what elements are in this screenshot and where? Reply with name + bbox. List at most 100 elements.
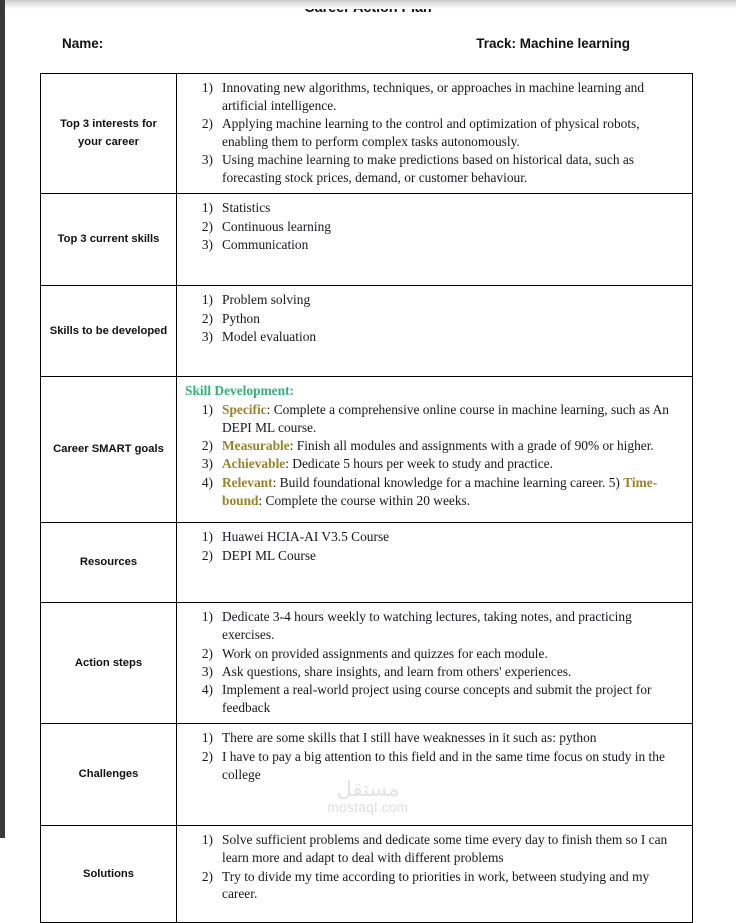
- list-item: 1) Solve sufficient problems and dedicate…: [185, 831, 684, 867]
- list-item: 3) Achievable: Dedicate 5 hours per week …: [185, 455, 684, 473]
- list-text: There are some skills that I still have …: [222, 730, 597, 746]
- list-item: 2) Applying machine learning to the contr…: [185, 115, 684, 151]
- list-text: Huawei HCIA-AI V3.5 Course: [222, 529, 390, 545]
- list-marker: 2): [201, 116, 213, 132]
- list-marker: 1): [201, 609, 213, 625]
- list-item: 3) Model evaluation: [185, 328, 684, 346]
- list-marker: 1): [201, 200, 213, 216]
- list-text: Model evaluation: [222, 329, 317, 345]
- list-text: Applying machine learning to the control…: [222, 116, 640, 149]
- list-item: 1) Innovating new algorithms, techniques,…: [185, 79, 684, 115]
- list-marker: 2): [201, 218, 213, 234]
- list-marker: 2): [201, 868, 213, 884]
- table-row: Career SMART goals Skill Development: 1)…: [40, 376, 693, 524]
- smart-text: : Finish all modules and assignments wit…: [289, 438, 654, 454]
- table-row: Top 3 current skills 1) Statistics 2) Cont…: [40, 193, 693, 287]
- page-top-shading: [5, 0, 736, 9]
- row-content-skills-to-develop: 1) Problem solving 2) Python 3) Model evalu…: [176, 285, 693, 378]
- list-marker: 3): [201, 663, 213, 679]
- list-text: Innovating new algorithms, techniques, o…: [222, 80, 645, 113]
- list-item: 1) Huawei HCIA-AI V3.5 Course: [185, 528, 684, 546]
- list-text: Implement a real-world project using cou…: [222, 682, 652, 716]
- row-content-action-steps: 1) Dedicate 3-4 hours weekly to watching …: [176, 602, 693, 725]
- viewer-left-gutter: [0, 0, 5, 838]
- row-content-solutions: 1) Solve sufficient problems and dedicate…: [176, 825, 693, 923]
- list-item: 1) Specific: Complete a comprehensive onl…: [185, 401, 684, 437]
- list-item: 2) Try to divide my time according to pri…: [185, 868, 684, 904]
- list-text: Specific: Complete a comprehensive onlin…: [222, 401, 684, 437]
- list-marker: 1): [201, 401, 213, 417]
- list-marker: 3): [201, 456, 213, 472]
- list-marker: 1): [201, 832, 213, 848]
- list-text: Work on provided assignments and quizzes…: [222, 645, 548, 661]
- smart-keyword: Achievable: [222, 456, 286, 472]
- smart-keyword: Relevant: [222, 474, 273, 490]
- list-marker: 2): [201, 748, 213, 764]
- list-marker: 3): [201, 329, 213, 345]
- list-marker: 3): [201, 152, 213, 168]
- smart-text: : Dedicate 5 hours per week to study and…: [285, 456, 553, 472]
- smart-text: : Build foundational knowledge for a mac…: [272, 474, 624, 490]
- list-item: 3) Ask questions, share insights, and lea…: [185, 663, 684, 681]
- list-item: 3) Communication: [185, 236, 684, 254]
- list-item: 1) There are some skills that I still hav…: [185, 729, 684, 747]
- row-label-challenges: Challenges: [40, 723, 177, 827]
- list-text: Dedicate 3-4 hours weekly to watching le…: [222, 609, 632, 643]
- row-label-current-skills: Top 3 current skills: [40, 193, 177, 287]
- row-content-resources: 1) Huawei HCIA-AI V3.5 Course 2) DEPI ML C…: [176, 522, 693, 604]
- list-item: 1) Problem solving: [185, 291, 684, 309]
- table-row: Challenges 1) There are some skills that …: [40, 723, 693, 827]
- row-label-solutions: Solutions: [40, 825, 177, 923]
- list-marker: 2): [201, 547, 213, 563]
- list-text: Statistics: [222, 200, 271, 216]
- numbered-list: 1) Huawei HCIA-AI V3.5 Course 2) DEPI ML C…: [185, 528, 684, 564]
- row-label-smart-goals: Career SMART goals: [40, 376, 177, 524]
- list-marker: 2): [201, 310, 213, 326]
- numbered-list: 1) Innovating new algorithms, techniques,…: [185, 79, 684, 187]
- numbered-list: 1) Problem solving 2) Python 3) Model evalu…: [185, 291, 684, 345]
- list-text: DEPI ML Course: [222, 547, 316, 563]
- row-label-interests: Top 3 interests for your career: [40, 72, 177, 195]
- list-text: Continuous learning: [222, 218, 331, 234]
- table-row: Skills to be developed 1) Problem solving…: [40, 285, 693, 378]
- list-marker: 4): [201, 682, 213, 698]
- list-marker: 1): [201, 529, 213, 545]
- list-marker: 2): [201, 645, 213, 661]
- list-text: Problem solving: [222, 292, 311, 308]
- list-item: 4) Relevant: Build foundational knowledge…: [185, 474, 684, 510]
- row-label-skills-to-develop: Skills to be developed: [40, 285, 177, 378]
- list-text: I have to pay a big attention to this fi…: [222, 748, 665, 782]
- document-page: Career Action Plan Name: Track: Machine …: [0, 0, 736, 923]
- name-field-label: Name:: [62, 36, 104, 51]
- list-marker: 1): [201, 292, 213, 308]
- table-row: Solutions 1) Solve sufficient problems an…: [40, 825, 693, 923]
- numbered-list: 1) Solve sufficient problems and dedicate…: [185, 831, 684, 903]
- list-marker: 4): [201, 474, 213, 490]
- list-item: 2) Python: [185, 310, 684, 328]
- skill-development-heading: Skill Development:: [185, 383, 294, 399]
- row-content-smart-goals: Skill Development: 1) Specific: Complete …: [176, 376, 693, 524]
- list-text: Python: [222, 310, 260, 326]
- list-item: 2) Continuous learning: [185, 218, 684, 236]
- list-text: Measurable: Finish all modules and assig…: [222, 437, 684, 455]
- list-item: 2) Work on provided assignments and quizz…: [185, 645, 684, 663]
- list-text: Ask questions, share insights, and learn…: [222, 663, 572, 679]
- list-item: 3) Using machine learning to make predict…: [185, 151, 684, 187]
- row-content-interests: 1) Innovating new algorithms, techniques,…: [176, 72, 693, 195]
- row-content-challenges: 1) There are some skills that I still hav…: [176, 723, 693, 827]
- list-item: 2) Measurable: Finish all modules and ass…: [185, 437, 684, 455]
- list-marker: 1): [201, 80, 213, 95]
- list-item: 1) Statistics: [185, 199, 684, 217]
- smart-text-2: : Complete the course within 20 weeks.: [258, 492, 471, 508]
- list-text: Relevant: Build foundational knowledge f…: [222, 474, 684, 510]
- table-row: Action steps 1) Dedicate 3-4 hours weekly…: [40, 602, 693, 725]
- numbered-list: 1) Dedicate 3-4 hours weekly to watching …: [185, 608, 684, 716]
- row-content-current-skills: 1) Statistics 2) Continuous learning 3) Com…: [176, 193, 693, 287]
- document-header-line: Name: Track: Machine learning: [62, 36, 674, 51]
- list-marker: 2): [201, 438, 213, 454]
- list-item: 2) I have to pay a big attention to this …: [185, 748, 684, 784]
- numbered-list: 1) Specific: Complete a comprehensive onl…: [185, 401, 684, 509]
- smart-text: : Complete a comprehensive online course…: [222, 401, 669, 435]
- table-row: Resources 1) Huawei HCIA-AI V3.5 Course 2…: [40, 522, 693, 604]
- list-text: Try to divide my time according to prior…: [222, 868, 650, 902]
